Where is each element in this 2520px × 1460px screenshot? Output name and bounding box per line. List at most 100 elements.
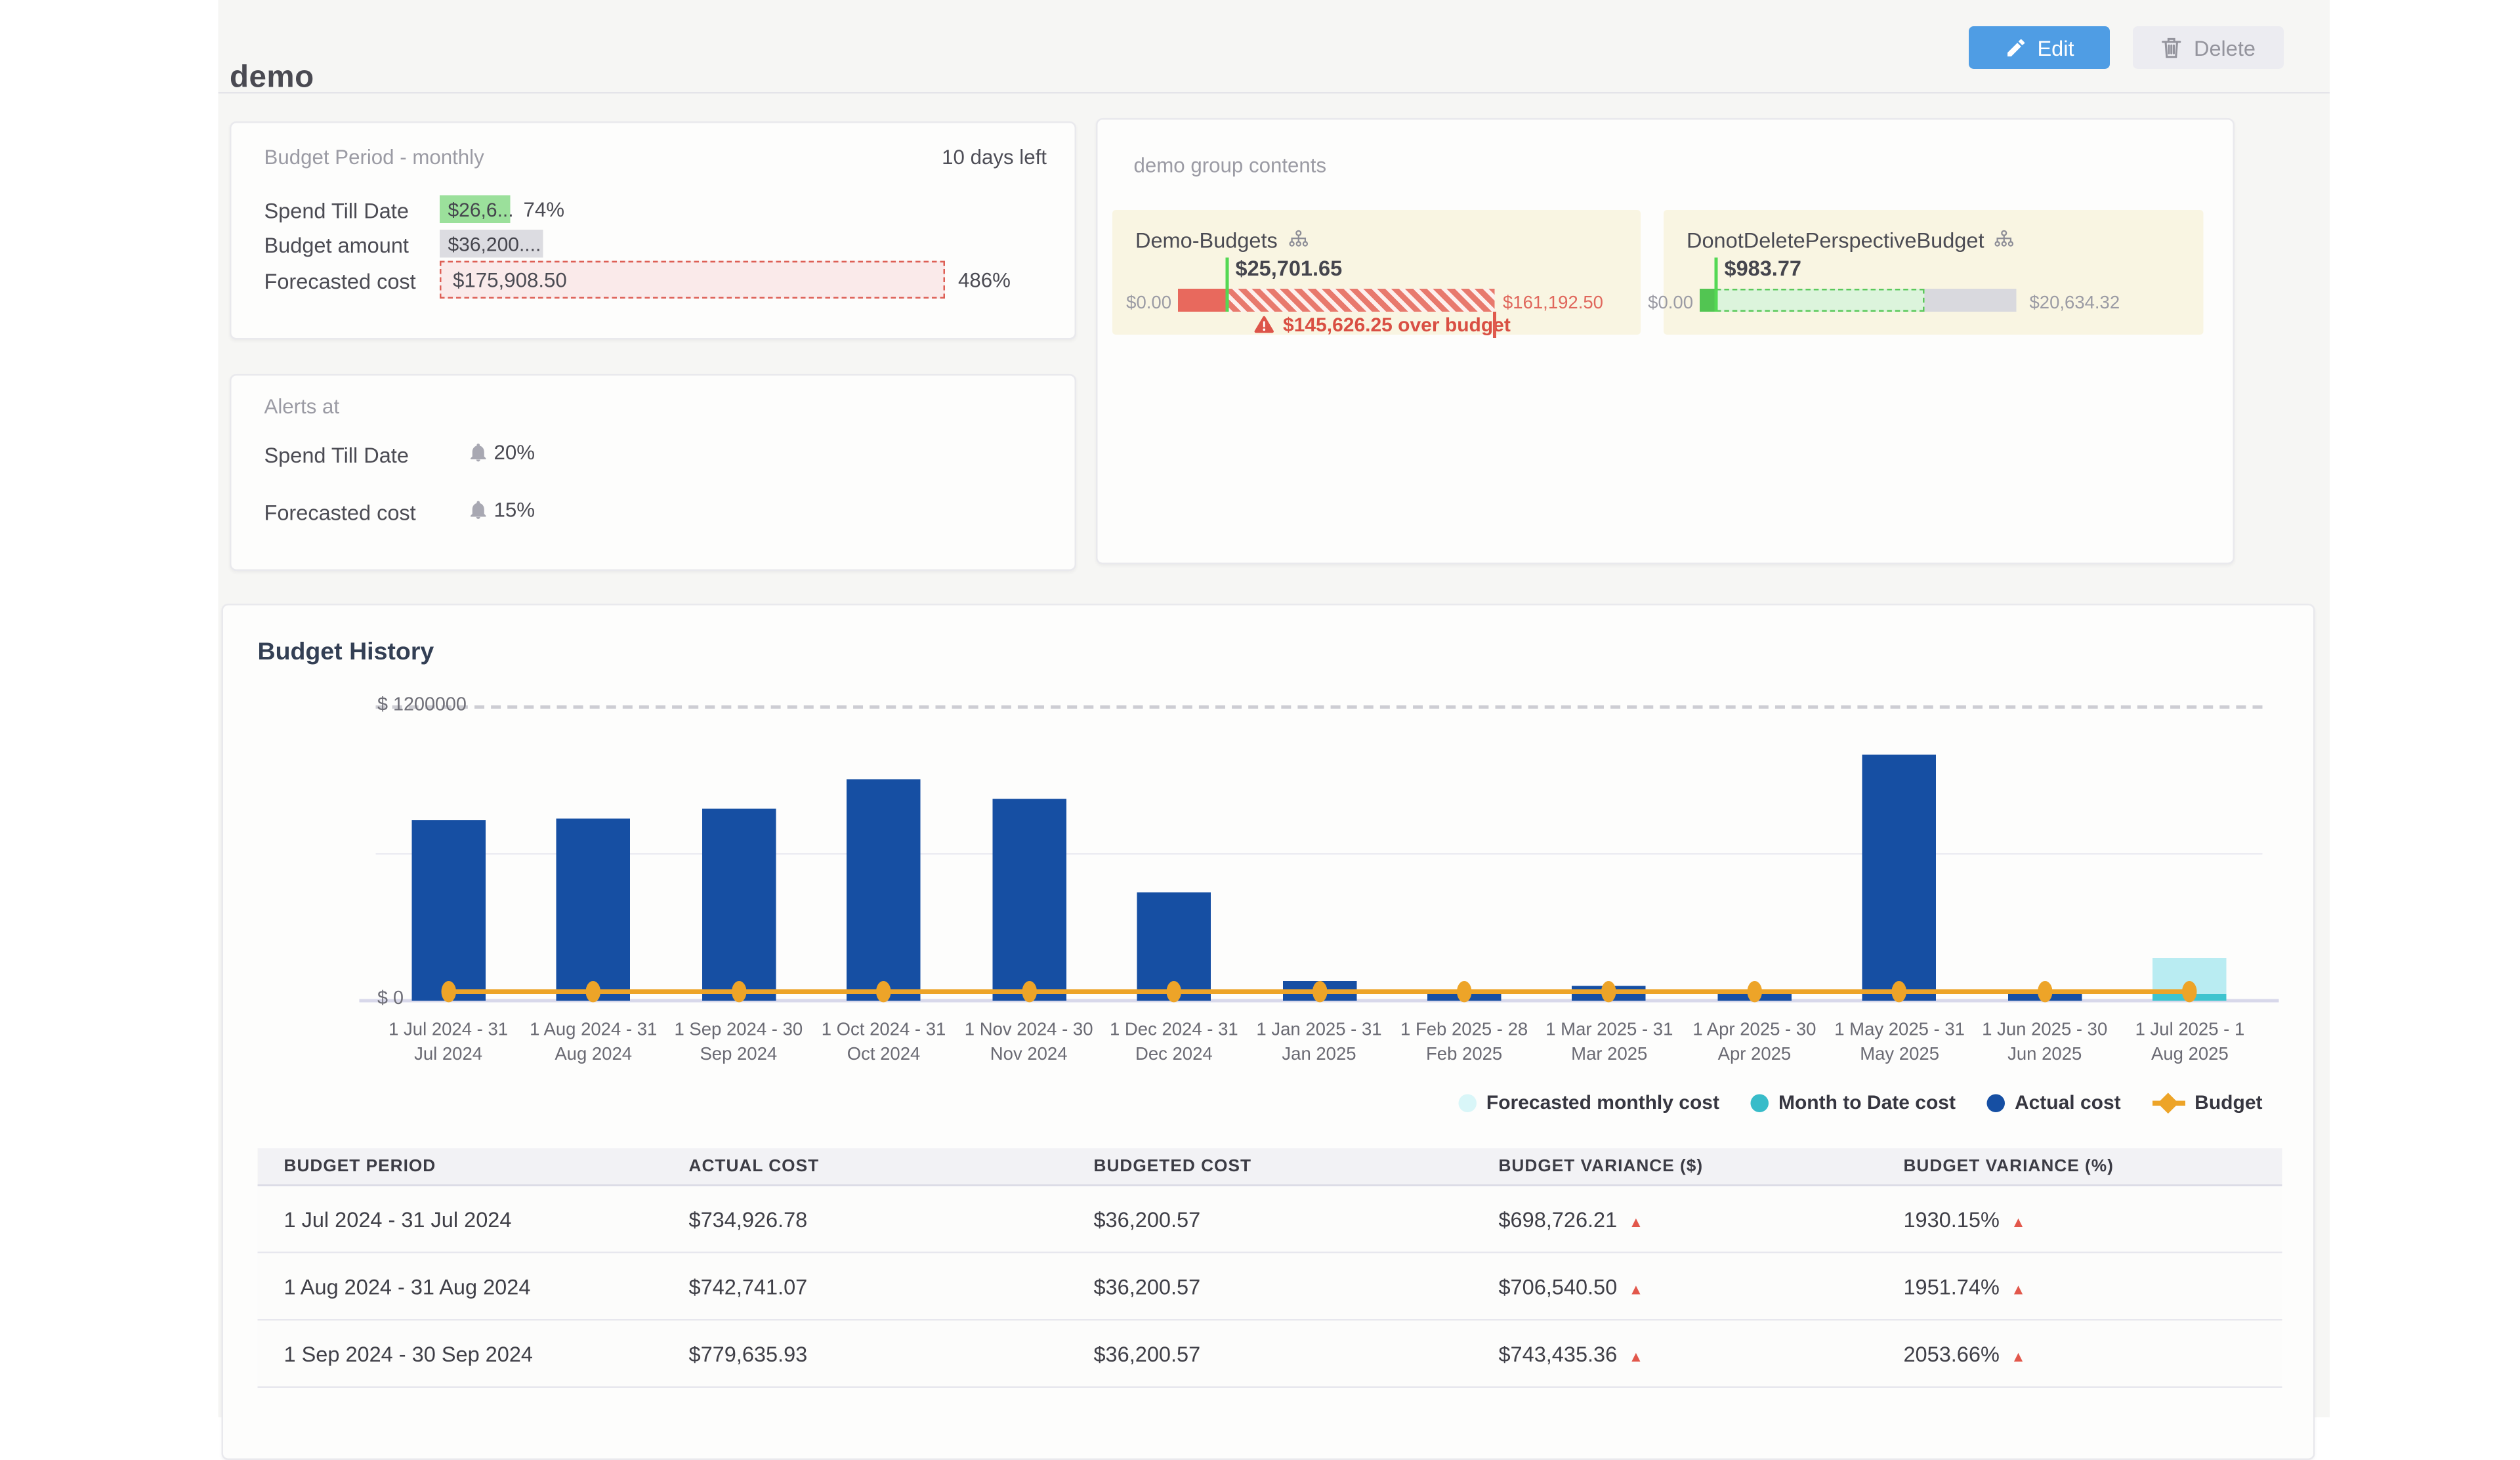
- budget-name-text: DonotDeletePerspectiveBudget: [1687, 228, 1984, 253]
- variance-pct-cell: 2053.66%▲: [1877, 1320, 2282, 1387]
- x-axis-label: 1 Feb 2025 - 28Feb 2025: [1385, 1019, 1543, 1067]
- alert-forecast-percent: 15%: [494, 499, 536, 522]
- table-header-cell: ACTUAL COST: [662, 1148, 1067, 1185]
- legend-label: Actual cost: [2015, 1091, 2121, 1114]
- table-body: 1 Jul 2024 - 31 Jul 2024$734,926.78$36,2…: [258, 1185, 2282, 1387]
- variance-up-icon: ▲: [1629, 1348, 1643, 1364]
- edit-button-label: Edit: [2037, 35, 2074, 60]
- remaining-segment: [1925, 289, 2017, 312]
- actual-cost-bar: [992, 799, 1066, 1001]
- budget-diamond-icon: [2152, 1093, 2185, 1112]
- table-header-cell: BUDGET VARIANCE ($): [1472, 1148, 1877, 1185]
- x-axis-label: 1 Nov 2024 - 30Nov 2024: [950, 1019, 1108, 1067]
- x-axis-labels: 1 Jul 2024 - 31Jul 20241 Aug 2024 - 31Au…: [376, 1019, 2263, 1075]
- forecasted-cost-label: Forecasted cost: [264, 269, 416, 294]
- variance-pct-cell: 1951.74%▲: [1877, 1253, 2282, 1320]
- spend-till-date-label: Spend Till Date: [264, 199, 409, 224]
- budget-end-tick: [1493, 312, 1496, 338]
- legend-item[interactable]: Month to Date cost: [1750, 1091, 1956, 1114]
- variance-usd-cell: $698,726.21▲: [1472, 1185, 1877, 1253]
- budget-history-chart: $ 1200000 $ 0: [376, 705, 2263, 1001]
- warning-icon: [1253, 315, 1275, 335]
- edit-button[interactable]: Edit: [1969, 26, 2110, 69]
- budget-period-card-title: Budget Period - monthly: [264, 146, 484, 169]
- x-axis-label: 1 Oct 2024 - 31Oct 2024: [805, 1019, 963, 1067]
- variance-usd-cell: $706,540.50▲: [1472, 1253, 1877, 1320]
- actual-cost-cell: $742,741.07: [662, 1253, 1067, 1320]
- over-budget-row: $145,626.25 over budget: [1253, 314, 1511, 337]
- budget-name-text: Demo-Budgets: [1135, 228, 1278, 253]
- table-header-cell: BUDGETED COST: [1067, 1148, 1472, 1185]
- actual-cost-bar: [1862, 754, 1937, 1001]
- legend-item[interactable]: Forecasted monthly cost: [1458, 1091, 1719, 1114]
- delete-button[interactable]: Delete: [2133, 26, 2284, 69]
- period-cell: 1 Jul 2024 - 31 Jul 2024: [258, 1185, 663, 1253]
- budget-min-label: $0.00: [1648, 294, 1693, 314]
- actual-cost-bar: [556, 818, 631, 1001]
- legend-swatch-icon: [1750, 1093, 1769, 1112]
- delete-button-label: Delete: [2194, 35, 2256, 60]
- budget-current-spend: $983.77: [1725, 256, 1802, 281]
- hierarchy-icon: [1994, 230, 2015, 251]
- alert-forecast-value: 15%: [469, 499, 535, 522]
- x-axis-label: 1 Jun 2025 - 30Jun 2025: [1966, 1019, 2124, 1067]
- budget-line-marker: [1457, 981, 1472, 1003]
- budget-line-marker: [441, 981, 456, 1003]
- budgeted-cost-cell: $36,200.57: [1067, 1253, 1472, 1320]
- budget-max-label: $161,192.50: [1503, 294, 1603, 314]
- page-title: demo: [230, 60, 314, 96]
- variance-up-icon: ▲: [2011, 1348, 2025, 1364]
- actual-cost-cell: $779,635.93: [662, 1320, 1067, 1387]
- budget-period-card: Budget Period - monthly 10 days left Spe…: [230, 121, 1076, 340]
- budget-line-marker: [1167, 981, 1182, 1003]
- overrun-hatched-segment: [1227, 289, 1495, 312]
- legend-label: Forecasted monthly cost: [1486, 1091, 1719, 1114]
- legend-item[interactable]: Budget: [2152, 1091, 2262, 1114]
- budget-current-spend: $25,701.65: [1236, 256, 1343, 281]
- budget-progress-bar: [1700, 289, 2017, 312]
- page: demo Edit Delete Budget Period - monthly…: [0, 0, 2520, 1417]
- alert-spend-percent: 20%: [494, 442, 536, 465]
- table-header-row: BUDGET PERIODACTUAL COSTBUDGETED COSTBUD…: [258, 1148, 2282, 1185]
- budget-history-card: Budget History $ 1200000 $ 0 1 Jul 2024 …: [222, 604, 2315, 1460]
- budget-line-marker: [731, 981, 746, 1003]
- spend-marker-line: [1226, 258, 1229, 312]
- actual-cost-bar: [847, 780, 921, 1001]
- actual-cost-bar: [411, 820, 486, 1001]
- legend-item[interactable]: Actual cost: [1986, 1091, 2120, 1114]
- x-axis-label: 1 May 2025 - 31May 2025: [1821, 1019, 1979, 1067]
- bell-icon: [469, 443, 488, 463]
- gridline-1200000: [376, 705, 2263, 709]
- x-axis-label: 1 Sep 2024 - 30Sep 2024: [660, 1019, 817, 1067]
- budget-amount-value: $36,200....: [440, 230, 543, 258]
- table-row[interactable]: 1 Sep 2024 - 30 Sep 2024$779,635.93$36,2…: [258, 1320, 2282, 1387]
- budget-tile-donotdelete[interactable]: DonotDeletePerspectiveBudget $983.77 $0.…: [1664, 210, 2204, 335]
- alert-spend-value: 20%: [469, 442, 535, 465]
- group-contents-card: demo group contents Demo-Budgets $25,701…: [1096, 118, 2235, 564]
- budget-max-label: $20,634.32: [2030, 294, 2120, 314]
- header-divider: [219, 92, 2330, 94]
- budget-line-marker: [1747, 981, 1762, 1003]
- x-axis-label: 1 Jan 2025 - 31Jan 2025: [1240, 1019, 1398, 1067]
- chart-legend: Forecasted monthly cost Month to Date cos…: [1458, 1091, 2262, 1114]
- spend-segment: [1178, 289, 1227, 312]
- table-row[interactable]: 1 Aug 2024 - 31 Aug 2024$742,741.07$36,2…: [258, 1253, 2282, 1320]
- gridline-600000: [376, 853, 2263, 855]
- y-axis-top-label: $ 1200000: [377, 696, 525, 715]
- spend-marker-line: [1715, 258, 1718, 312]
- x-axis-label: 1 Jul 2024 - 31Jul 2024: [369, 1019, 527, 1067]
- legend-swatch-icon: [1458, 1093, 1477, 1112]
- table-row[interactable]: 1 Jul 2024 - 31 Jul 2024$734,926.78$36,2…: [258, 1185, 2282, 1253]
- variance-up-icon: ▲: [2011, 1213, 2025, 1230]
- forecasted-cost-percent: 486%: [958, 269, 1011, 292]
- budget-tile-demo-budgets[interactable]: Demo-Budgets $25,701.65 $0.00 $161,192.5…: [1112, 210, 1641, 335]
- spend-till-date-percent: 74%: [524, 199, 565, 222]
- variance-up-icon: ▲: [1629, 1213, 1643, 1230]
- x-axis-label: 1 Apr 2025 - 30Apr 2025: [1675, 1019, 1833, 1067]
- x-axis-label: 1 Dec 2024 - 31Dec 2024: [1095, 1019, 1253, 1067]
- alert-forecast-label: Forecasted cost: [264, 501, 416, 526]
- alerts-card-title: Alerts at: [264, 396, 340, 419]
- spend-till-date-value: $26,6...: [440, 196, 511, 224]
- x-axis-label: 1 Mar 2025 - 31Mar 2025: [1530, 1019, 1688, 1067]
- x-axis-label: 1 Aug 2024 - 31Aug 2024: [514, 1019, 672, 1067]
